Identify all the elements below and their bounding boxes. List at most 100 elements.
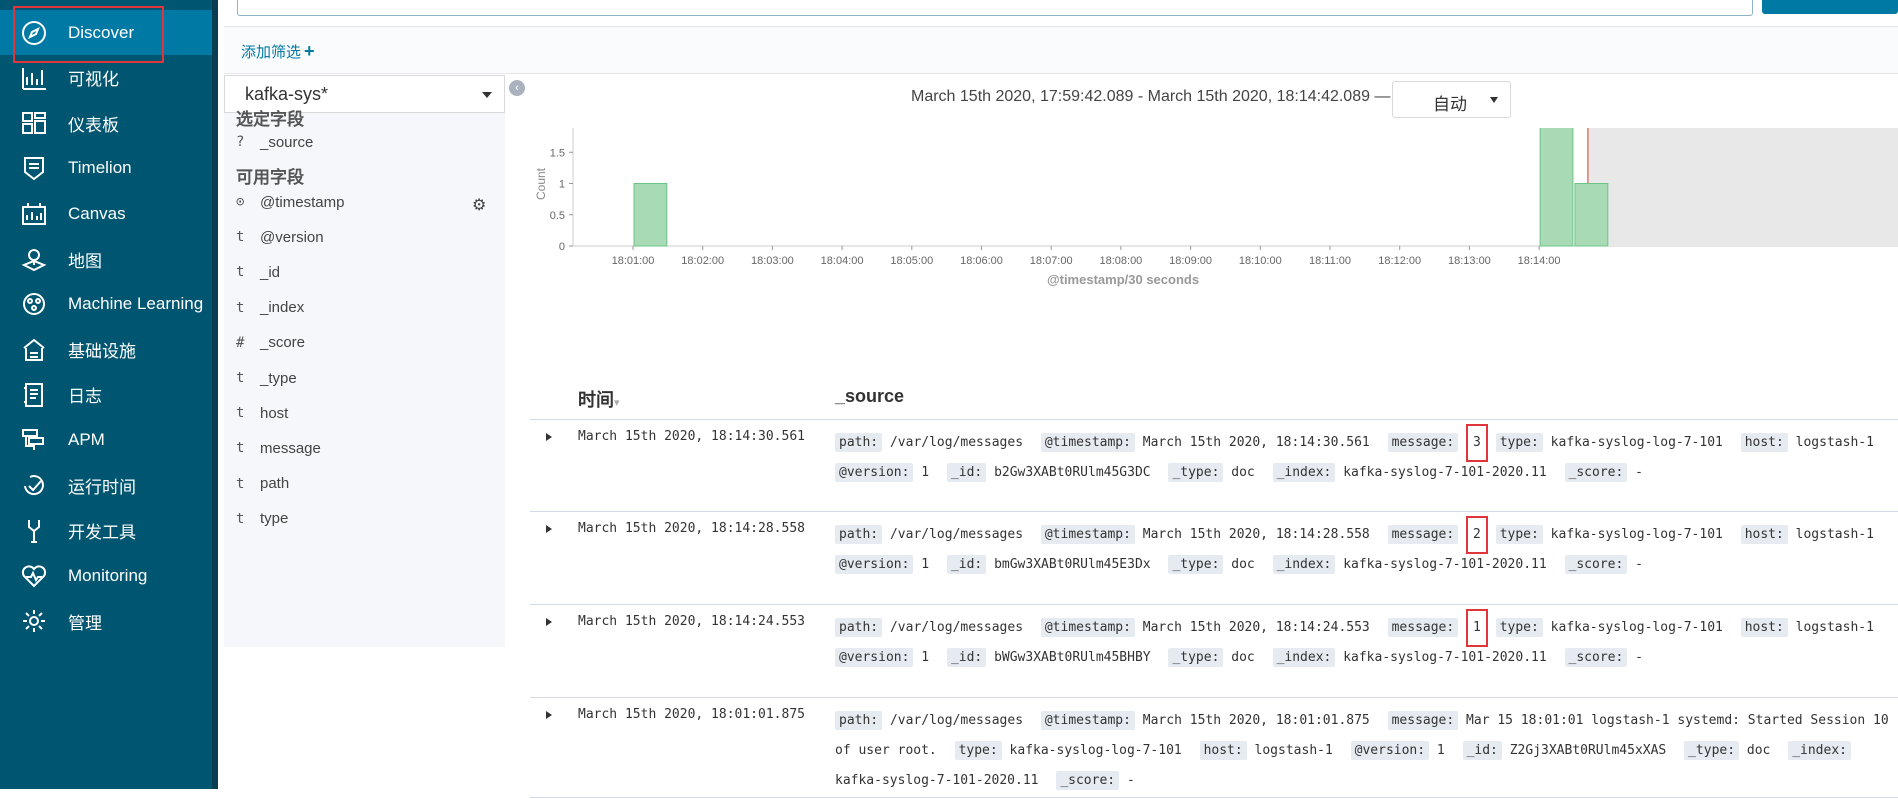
x-tick-label: 18:03:00 (751, 255, 794, 267)
y-tick-label: 0 (559, 241, 565, 253)
source-field-key: _id: (946, 555, 987, 574)
source-field-key: path: (835, 525, 883, 544)
time-range-label: March 15th 2020, 17:59:42.089 - March 15… (911, 88, 1391, 105)
nav-item-apm[interactable]: APM (0, 418, 212, 463)
add-filter-link[interactable]: 添加筛选 + (241, 41, 315, 62)
add-filter-label: 添加筛选 (241, 44, 302, 61)
nav-item-日志[interactable]: 日志 (0, 372, 212, 417)
source-field-value: logstash-1 (1795, 527, 1874, 542)
source-field-value: kafka-syslog-7-101-2020.11 (1343, 650, 1547, 665)
nav-item-运行时间[interactable]: 运行时间 (0, 463, 212, 508)
field-item[interactable]: ⊙ @timestamp (236, 190, 496, 214)
chevron-down-icon (1490, 97, 1498, 103)
nav-item-label: Discover (68, 22, 135, 42)
infrastructure-icon (0, 327, 68, 372)
nav-item-管理[interactable]: 管理 (0, 599, 212, 644)
table-row: March 15th 2020, 18:14:30.561 path: /var/… (530, 420, 1898, 512)
nav-item-label: 开发工具 (68, 523, 136, 543)
y-tick-label: 1 (559, 179, 565, 191)
x-tick-label: 18:14:00 (1518, 255, 1561, 267)
field-name: host (260, 404, 289, 422)
field-item[interactable]: # _score (236, 331, 496, 355)
x-axis-label: @timestamp/30 seconds (1047, 272, 1199, 287)
nav-item-machine-learning[interactable]: Machine Learning (0, 282, 212, 327)
source-field-value: March 15th 2020, 18:14:30.561 (1142, 435, 1370, 450)
source-field-key: type: (1495, 433, 1543, 452)
nav-item-timelion[interactable]: Timelion (0, 146, 212, 191)
field-type-icon: ⊙ (236, 194, 245, 210)
refresh-button[interactable] (1762, 0, 1898, 14)
source-field-key: host: (1199, 741, 1247, 760)
expand-row-icon[interactable] (546, 618, 552, 626)
search-input[interactable] (237, 0, 1753, 16)
nav-item-discover[interactable]: Discover (0, 6, 212, 63)
field-item[interactable]: t message (236, 436, 496, 460)
histogram-chart[interactable]: 00.511.5218:01:0018:02:0018:03:0018:04:0… (530, 128, 1898, 358)
nav-item-label: 可视化 (68, 70, 119, 90)
highlighted-message-value: 1 (1466, 609, 1488, 647)
row-source: path: /var/log/messages @timestamp: Marc… (835, 706, 1895, 796)
source-field-key: _index: (1272, 555, 1336, 574)
field-name: path (260, 475, 290, 493)
field-item[interactable]: t host (236, 401, 496, 425)
nav-item-开发工具[interactable]: 开发工具 (0, 508, 212, 553)
plus-icon: + (304, 41, 315, 61)
nav-item-基础设施[interactable]: 基础设施 (0, 327, 212, 372)
field-item[interactable]: t _type (236, 366, 496, 390)
row-timestamp: March 15th 2020, 18:14:30.561 (578, 429, 805, 444)
collapse-sidebar-icon[interactable]: ‹ (509, 80, 525, 96)
source-field-value: 1 (921, 557, 930, 572)
expand-row-icon[interactable] (546, 711, 552, 719)
compass-icon (0, 10, 68, 55)
source-field-key: _index: (1272, 463, 1336, 482)
source-field-value: 1 (921, 650, 930, 665)
interval-select[interactable]: 自动 (1392, 81, 1511, 118)
expand-row-icon[interactable] (546, 525, 552, 533)
highlighted-message-value: 3 (1466, 424, 1488, 462)
source-field-key: path: (835, 711, 883, 730)
source-field-key: type: (954, 741, 1002, 760)
field-item[interactable]: t _id (236, 260, 496, 284)
field-type-icon: t (236, 510, 245, 527)
field-item[interactable]: t path (236, 472, 496, 496)
field-name: @version (260, 228, 324, 246)
row-timestamp: March 15th 2020, 18:14:28.558 (578, 521, 805, 536)
field-name: _source (260, 133, 314, 151)
nav-scrollbar[interactable] (212, 0, 218, 789)
nav-item-地图[interactable]: 地图 (0, 237, 212, 282)
field-name: type (260, 510, 289, 528)
field-item[interactable]: t _index (236, 296, 496, 320)
source-field-value: kafka-syslog-log-7-101 (1550, 435, 1723, 450)
expand-row-icon[interactable] (546, 433, 552, 441)
source-field-key: type: (1495, 525, 1543, 544)
source-field-value: bmGw3XABt0RUlm45E3Dx (994, 557, 1151, 572)
source-field-value: kafka-syslog-log-7-101 (1550, 527, 1723, 542)
source-field-key: type: (1495, 618, 1543, 637)
nav-item-label: 地图 (68, 251, 102, 271)
source-field-value: doc (1231, 557, 1255, 572)
source-field-value: March 15th 2020, 18:14:28.558 (1142, 527, 1370, 542)
highlighted-message-value: 2 (1466, 516, 1488, 554)
source-field-value: logstash-1 (1254, 743, 1333, 758)
nav-item-可视化[interactable]: 可视化 (0, 55, 212, 100)
row-source: path: /var/log/messages @timestamp: Marc… (835, 516, 1895, 580)
field-name: _type (260, 369, 297, 387)
nav-item-仪表板[interactable]: 仪表板 (0, 101, 212, 146)
source-field-key: _score: (1564, 555, 1628, 574)
field-name: @timestamp (260, 193, 345, 211)
chevron-down-icon (482, 92, 492, 98)
field-item[interactable]: t @version (236, 225, 496, 249)
source-field-value: doc (1746, 743, 1771, 758)
time-column-header[interactable]: 时间▾ (578, 386, 620, 412)
canvas-icon (0, 191, 68, 236)
field-item[interactable]: ? _source (236, 130, 496, 154)
source-field-value: - (1126, 773, 1135, 788)
source-field-value: 1 (921, 465, 930, 480)
field-item[interactable]: t type (236, 507, 496, 531)
source-field-key: @timestamp: (1040, 711, 1135, 730)
monitoring-icon (0, 554, 68, 599)
source-field-key: path: (835, 618, 883, 637)
nav-item-monitoring[interactable]: Monitoring (0, 554, 212, 599)
x-tick-label: 18:05:00 (890, 255, 933, 267)
nav-item-canvas[interactable]: Canvas (0, 191, 212, 236)
